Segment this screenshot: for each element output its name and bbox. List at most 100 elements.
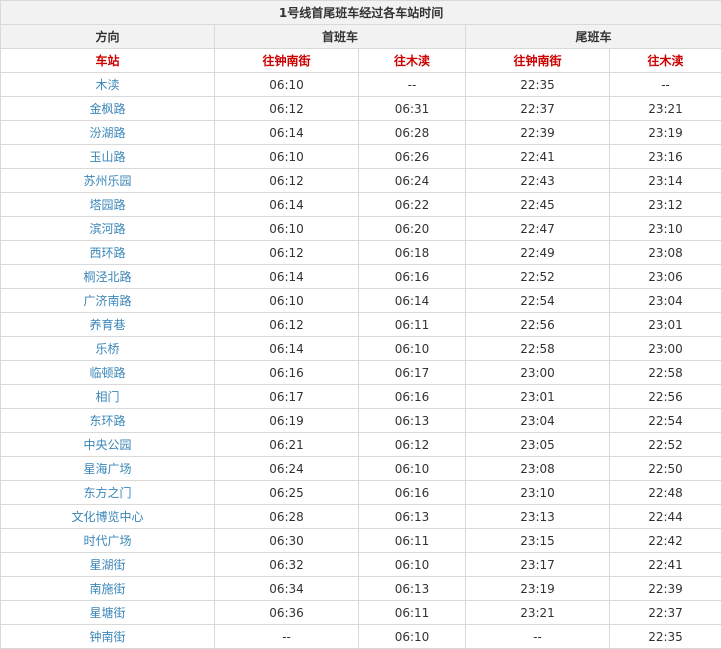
last-train-header: 尾班车: [466, 25, 721, 49]
last-to-mudu-time: 22:54: [610, 409, 721, 433]
first-to-mudu-time: 06:11: [359, 601, 466, 625]
last-to-mudu-time: 22:37: [610, 601, 721, 625]
last-to-mudu-time: 23:06: [610, 265, 721, 289]
station-name[interactable]: 木渎: [1, 73, 215, 97]
first-to-zhongnanjie-time: 06:16: [215, 361, 359, 385]
first-to-zhongnanjie-time: 06:30: [215, 529, 359, 553]
station-name[interactable]: 塔园路: [1, 193, 215, 217]
table-row: 临顿路06:1606:1723:0022:58: [1, 361, 721, 385]
station-name[interactable]: 金枫路: [1, 97, 215, 121]
first-to-mudu-time: 06:10: [359, 457, 466, 481]
last-to-mudu-time: 22:39: [610, 577, 721, 601]
first-to-zhongnanjie-time: 06:12: [215, 241, 359, 265]
station-name[interactable]: 星海广场: [1, 457, 215, 481]
station-name[interactable]: 星塘街: [1, 601, 215, 625]
table-row: 乐桥06:1406:1022:5823:00: [1, 337, 721, 361]
first-to-mudu-time: 06:14: [359, 289, 466, 313]
table-row: 玉山路06:1006:2622:4123:16: [1, 145, 721, 169]
last-to-zhongnanjie-time: 22:56: [466, 313, 610, 337]
station-name[interactable]: 东方之门: [1, 481, 215, 505]
table-row: 塔园路06:1406:2222:4523:12: [1, 193, 721, 217]
first-to-zhongnanjie-time: 06:34: [215, 577, 359, 601]
last-to-zhongnanjie-time: 22:41: [466, 145, 610, 169]
station-name[interactable]: 相门: [1, 385, 215, 409]
last-to-zhongnanjie-time: 23:17: [466, 553, 610, 577]
last-to-zhongnanjie-time: --: [466, 625, 610, 649]
station-name[interactable]: 滨河路: [1, 217, 215, 241]
first-train-header: 首班车: [215, 25, 466, 49]
first-to-mudu-time: --: [359, 73, 466, 97]
first-to-zhongnanjie-time: 06:10: [215, 73, 359, 97]
station-name[interactable]: 苏州乐园: [1, 169, 215, 193]
first-to-mudu-time: 06:16: [359, 385, 466, 409]
table-row: 相门06:1706:1623:0122:56: [1, 385, 721, 409]
last-to-zhongnanjie-time: 23:15: [466, 529, 610, 553]
first-to-zhongnanjie-time: 06:14: [215, 121, 359, 145]
last-to-mudu-time: 22:58: [610, 361, 721, 385]
table-row: 东环路06:1906:1323:0422:54: [1, 409, 721, 433]
first-to-zhongnanjie-time: 06:19: [215, 409, 359, 433]
station-name[interactable]: 南施街: [1, 577, 215, 601]
station-name[interactable]: 东环路: [1, 409, 215, 433]
last-to-mudu-time: 22:35: [610, 625, 721, 649]
first-to-mudu-time: 06:10: [359, 553, 466, 577]
first-to-mudu-time: 06:13: [359, 577, 466, 601]
first-to-zhongnanjie-time: 06:10: [215, 289, 359, 313]
station-name[interactable]: 中央公园: [1, 433, 215, 457]
last-to-mudu-header: 往木渎: [610, 49, 721, 73]
table-row: 苏州乐园06:1206:2422:4323:14: [1, 169, 721, 193]
station-name[interactable]: 文化博览中心: [1, 505, 215, 529]
table-row: 星海广场06:2406:1023:0822:50: [1, 457, 721, 481]
station-name[interactable]: 广济南路: [1, 289, 215, 313]
last-to-mudu-time: 22:44: [610, 505, 721, 529]
last-to-zhongnanjie-header: 往钟南街: [466, 49, 610, 73]
last-to-zhongnanjie-time: 22:54: [466, 289, 610, 313]
title-row: 1号线首尾班车经过各车站时间: [1, 1, 721, 25]
last-to-zhongnanjie-time: 23:01: [466, 385, 610, 409]
station-name[interactable]: 临顿路: [1, 361, 215, 385]
first-to-zhongnanjie-time: 06:12: [215, 313, 359, 337]
last-to-mudu-time: 23:01: [610, 313, 721, 337]
last-to-mudu-time: 22:41: [610, 553, 721, 577]
table-row: 中央公园06:2106:1223:0522:52: [1, 433, 721, 457]
last-to-zhongnanjie-time: 23:21: [466, 601, 610, 625]
table-row: 时代广场06:3006:1123:1522:42: [1, 529, 721, 553]
station-name[interactable]: 星湖街: [1, 553, 215, 577]
first-to-zhongnanjie-time: 06:14: [215, 265, 359, 289]
last-to-zhongnanjie-time: 22:58: [466, 337, 610, 361]
first-to-zhongnanjie-time: 06:10: [215, 145, 359, 169]
first-to-mudu-time: 06:12: [359, 433, 466, 457]
first-to-mudu-time: 06:26: [359, 145, 466, 169]
station-name[interactable]: 桐泾北路: [1, 265, 215, 289]
station-name[interactable]: 钟南街: [1, 625, 215, 649]
table-row: 养育巷06:1206:1122:5623:01: [1, 313, 721, 337]
station-name[interactable]: 汾湖路: [1, 121, 215, 145]
first-to-zhongnanjie-time: 06:28: [215, 505, 359, 529]
table-row: 西环路06:1206:1822:4923:08: [1, 241, 721, 265]
table-row: 南施街06:3406:1323:1922:39: [1, 577, 721, 601]
last-to-zhongnanjie-time: 22:37: [466, 97, 610, 121]
station-name[interactable]: 乐桥: [1, 337, 215, 361]
first-to-mudu-time: 06:13: [359, 409, 466, 433]
first-to-mudu-time: 06:16: [359, 481, 466, 505]
last-to-mudu-time: 23:21: [610, 97, 721, 121]
last-to-zhongnanjie-time: 23:05: [466, 433, 610, 457]
last-to-zhongnanjie-time: 22:47: [466, 217, 610, 241]
station-name[interactable]: 养育巷: [1, 313, 215, 337]
station-name[interactable]: 时代广场: [1, 529, 215, 553]
station-header: 车站: [1, 49, 215, 73]
last-to-zhongnanjie-time: 22:35: [466, 73, 610, 97]
last-to-mudu-time: 23:12: [610, 193, 721, 217]
first-to-zhongnanjie-time: 06:14: [215, 193, 359, 217]
header-group-row: 方向 首班车 尾班车: [1, 25, 721, 49]
last-to-mudu-time: 23:19: [610, 121, 721, 145]
station-name[interactable]: 西环路: [1, 241, 215, 265]
last-to-zhongnanjie-time: 22:43: [466, 169, 610, 193]
table-title: 1号线首尾班车经过各车站时间: [1, 1, 721, 25]
first-to-mudu-time: 06:20: [359, 217, 466, 241]
last-to-mudu-time: 22:48: [610, 481, 721, 505]
table-row: 星湖街06:3206:1023:1722:41: [1, 553, 721, 577]
station-name[interactable]: 玉山路: [1, 145, 215, 169]
first-to-zhongnanjie-time: 06:12: [215, 97, 359, 121]
first-to-mudu-time: 06:11: [359, 313, 466, 337]
